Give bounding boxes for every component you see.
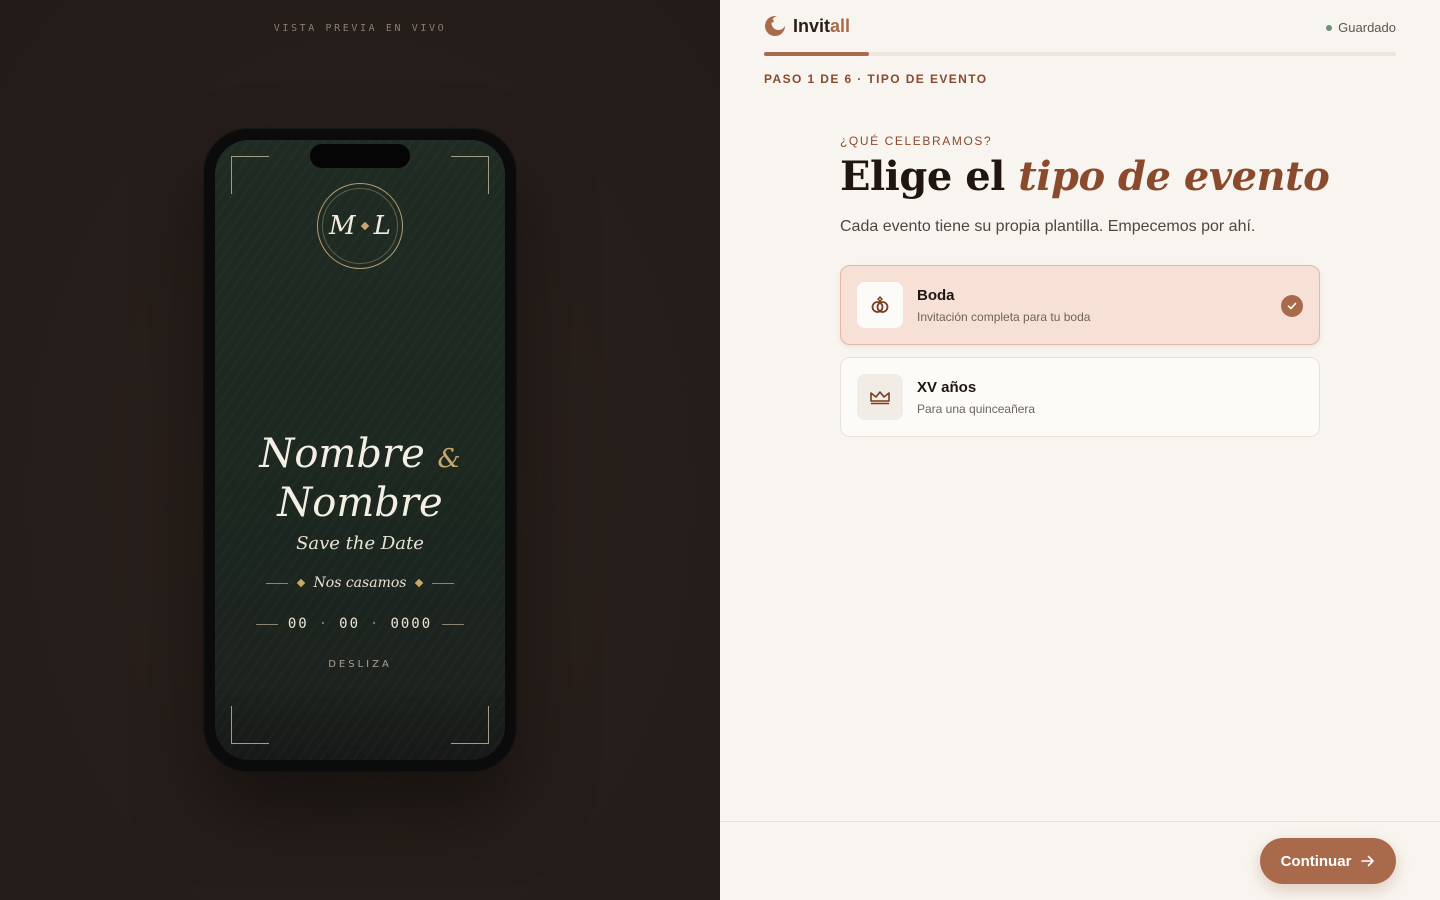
option-title: Boda	[917, 286, 955, 304]
tagline-row: Nos casamos	[215, 575, 505, 591]
arrow-right-icon	[1361, 855, 1375, 867]
footer-divider	[720, 821, 1440, 822]
save-the-date: Save the Date	[296, 533, 424, 554]
divider-line	[442, 623, 465, 625]
save-status: Guardado	[1326, 20, 1396, 35]
date-year: 0000	[390, 616, 433, 632]
date-separator: ·	[370, 616, 381, 632]
section-eyebrow: ¿QUÉ CELEBRAMOS?	[840, 134, 993, 148]
ampersand: &	[437, 444, 461, 474]
preview-panel: VISTA PREVIA EN VIVO M L Nombre & Nombre…	[0, 0, 720, 900]
monogram-initial-left: M	[329, 211, 356, 241]
progress-bar	[764, 52, 1396, 56]
diamond-icon	[296, 578, 305, 588]
scroll-hint: DESLIZA	[328, 659, 392, 670]
event-option-xv-anos[interactable]: XV años Para una quinceañera	[840, 357, 1320, 437]
preview-label: VISTA PREVIA EN VIVO	[273, 23, 447, 34]
brand-name-main: Invit	[793, 15, 831, 36]
tagline: Nos casamos	[313, 575, 407, 591]
name-first: Nombre	[259, 431, 425, 477]
phone-notch	[310, 144, 410, 168]
divider-line	[432, 582, 455, 584]
divider-line	[255, 623, 278, 625]
check-icon	[1281, 295, 1303, 317]
crown-icon	[857, 374, 903, 420]
date-separator: ·	[318, 616, 330, 632]
continue-label: Continuar	[1280, 852, 1352, 870]
event-date: 00 · 00 · 0000	[215, 616, 505, 632]
corner-ornament	[231, 156, 269, 194]
save-status-label: Guardado	[1338, 20, 1396, 35]
page-subtitle: Cada evento tiene su propia plantilla. E…	[840, 218, 1256, 235]
option-title: XV años	[917, 378, 977, 396]
monogram-seal: M L	[317, 183, 403, 269]
diamond-icon	[415, 578, 424, 588]
moon-logo-icon	[765, 16, 786, 36]
date-day: 00	[287, 616, 309, 632]
corner-ornament	[451, 156, 489, 194]
wizard-panel: Invitall Guardado PASO 1 DE 6 · TIPO DE …	[720, 0, 1440, 900]
page-title: Elige el tipo de evento	[840, 153, 1330, 200]
event-option-boda[interactable]: Boda Invitación completa para tu boda	[840, 265, 1320, 345]
name-second: Nombre	[277, 480, 443, 526]
corner-ornament	[451, 706, 489, 744]
step-indicator: PASO 1 DE 6 · TIPO DE EVENTO	[764, 72, 988, 86]
monogram-initial-right: L	[373, 211, 391, 241]
phone-mockup: M L Nombre & Nombre Save the Date Nos ca…	[204, 129, 516, 771]
option-description: Invitación completa para tu boda	[917, 309, 1091, 324]
brand-name: Invitall	[793, 16, 850, 37]
title-emphasis: tipo de evento	[1018, 153, 1330, 200]
corner-ornament	[231, 706, 269, 744]
diamond-icon	[360, 221, 369, 231]
brand-name-accent: all	[830, 15, 851, 36]
rings-icon	[857, 282, 903, 328]
date-month: 00	[339, 616, 360, 632]
continue-button[interactable]: Continuar	[1260, 838, 1396, 884]
status-dot-icon	[1326, 24, 1333, 31]
couple-names: Nombre & Nombre	[215, 432, 505, 525]
progress-fill	[764, 52, 870, 56]
invitation-screen[interactable]: M L Nombre & Nombre Save the Date Nos ca…	[215, 140, 505, 760]
brand[interactable]: Invitall	[764, 15, 850, 37]
divider-line	[265, 582, 288, 584]
title-plain: Elige el	[840, 153, 1019, 200]
option-description: Para una quinceañera	[917, 401, 1036, 416]
